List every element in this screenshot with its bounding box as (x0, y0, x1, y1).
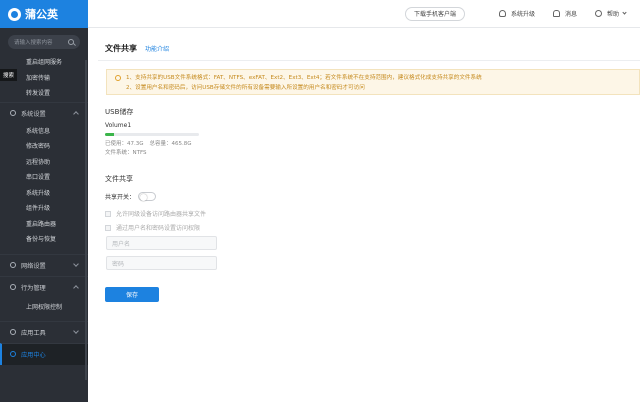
sidebar-item-access-control[interactable]: 上网权限控制 (0, 298, 88, 317)
page-title: 文件共享 (105, 44, 137, 53)
notice-text: 1、支持共享的USB文件系统格式：FAT、NTFS、exFAT、Ext2、Ext… (126, 75, 482, 81)
help-icon (594, 10, 602, 17)
sidebar-group-network[interactable]: 网络设置 (0, 253, 88, 276)
notice-box: 1、支持共享的USB文件系统格式：FAT、NTFS、exFAT、Ext2、Ext… (106, 69, 640, 95)
divider (98, 60, 640, 61)
password-field[interactable]: 密码 (106, 256, 217, 270)
sidebar-group-label: 应用工具 (21, 329, 46, 337)
title-row: 文件共享 功能介绍 (105, 43, 169, 54)
sidebar-group-label: 系统设置 (21, 110, 46, 118)
auth-label: 通过用户名和密码设置访问权限 (116, 225, 201, 232)
usage-stats: 已使用：47.3G 总容量：465.8G (105, 139, 192, 147)
sidebar-item-remote-assist[interactable]: 远程协助 (0, 155, 88, 171)
sidebar-group-label: 应用中心 (21, 351, 46, 359)
logo[interactable]: 蒲公英 (0, 0, 88, 28)
sidebar-item-reboot-router[interactable]: 重启路由器 (0, 217, 88, 233)
download-app-button[interactable]: 下载手机客户端 (404, 6, 465, 21)
tools-icon (10, 329, 16, 335)
share-switch-row: 共享开关： (105, 192, 157, 201)
chevron-down-icon (622, 10, 627, 15)
filesystem-info: 文件系统：NTFS (105, 148, 147, 156)
person-icon (498, 10, 506, 17)
notice-line: 1、支持共享的USB文件系统格式：FAT、NTFS、exFAT、Ext2、Ext… (115, 73, 633, 83)
logo-text: 蒲公英 (25, 8, 58, 21)
chevron-down-icon (73, 328, 79, 334)
auth-checkbox[interactable] (105, 224, 111, 231)
username-placeholder: 用户名 (112, 240, 131, 248)
sidebar-item-forwarding[interactable]: 转发设置 (0, 86, 88, 102)
search-placeholder: 请输入搜索内容 (14, 40, 53, 46)
sidebar-item-serial-settings[interactable]: 串口设置 (0, 170, 88, 186)
share-switch-toggle[interactable] (138, 192, 157, 201)
usage-progress-fill (105, 133, 115, 136)
auth-option[interactable]: 通过用户名和密码设置访问权限 (105, 223, 200, 232)
warning-icon (115, 75, 121, 81)
share-section-title: 文件共享 (105, 175, 133, 183)
sidebar-item-system-info[interactable]: 系统信息 (0, 124, 88, 140)
sidebar-group-label: 网络设置 (21, 262, 46, 270)
sidebar-group-system[interactable]: 系统设置 (0, 101, 88, 124)
lan-access-option[interactable]: 允许同级设备访问路由器共享文件 (105, 209, 206, 218)
sidebar-group-label: 行为管理 (21, 284, 46, 292)
search-tooltip: 搜索 (0, 69, 18, 81)
notice-line: 2、设置用户名和密码后，访问USB存储文件的所有设备需要输入所设置的用户名和密码… (115, 83, 633, 93)
sidebar-group-app-center[interactable]: 应用中心 (0, 342, 88, 365)
network-icon (10, 262, 16, 268)
system-upgrade-label: 系统升级 (510, 11, 535, 18)
help-menu[interactable]: 帮助 (594, 9, 627, 18)
usage-progress-bar (105, 133, 199, 136)
sidebar-group-behavior[interactable]: 行为管理 (0, 275, 88, 298)
behavior-icon (10, 284, 16, 290)
lan-access-checkbox[interactable] (105, 210, 111, 217)
share-switch-label: 共享开关： (105, 194, 136, 201)
logo-icon (8, 7, 21, 21)
chevron-down-icon (73, 261, 79, 267)
system-upgrade-link[interactable]: 系统升级 (498, 9, 535, 18)
app-center-icon (10, 351, 16, 357)
sidebar-scrollbar[interactable] (85, 60, 87, 380)
lan-access-label: 允许同级设备访问路由器共享文件 (116, 211, 207, 218)
used-space: 已使用：47.3G (105, 141, 144, 147)
search-input[interactable]: 请输入搜索内容 (8, 35, 80, 49)
username-field[interactable]: 用户名 (106, 236, 217, 250)
total-space: 总容量：465.8G (149, 141, 192, 147)
messages-label: 消息 (564, 11, 577, 18)
main-content: 文件共享 功能介绍 1、支持共享的USB文件系统格式：FAT、NTFS、exFA… (88, 29, 640, 402)
bell-icon (552, 10, 560, 17)
sidebar-item-system-upgrade[interactable]: 系统升级 (0, 186, 88, 202)
messages-link[interactable]: 消息 (552, 9, 577, 18)
password-placeholder: 密码 (112, 260, 125, 268)
sidebar-item-component-upgrade[interactable]: 组件升级 (0, 201, 88, 217)
settings-icon (10, 110, 16, 116)
sidebar-item-backup-restore[interactable]: 备份与恢复 (0, 232, 88, 248)
filesystem-type: 文件系统：NTFS (105, 150, 147, 156)
notice-text: 2、设置用户名和密码后，访问USB存储文件的所有设备需要输入所设置的用户名和密码… (126, 85, 365, 91)
search-icon[interactable] (68, 39, 74, 45)
save-button[interactable]: 保存 (105, 287, 159, 302)
sidebar-item-change-password[interactable]: 修改密码 (0, 139, 88, 155)
sidebar-group-tools[interactable]: 应用工具 (0, 320, 88, 343)
top-header: 下载手机客户端 系统升级 消息 帮助 (88, 0, 640, 28)
sidebar: 蒲公英 请输入搜索内容 重启组网服务 加密传输 转发设置 系统设置 系统信息 修… (0, 0, 88, 402)
chevron-up-icon (73, 285, 79, 291)
help-label: 帮助 (606, 11, 619, 18)
feature-intro-link[interactable]: 功能介绍 (145, 44, 169, 53)
chevron-up-icon (73, 111, 79, 117)
usb-section-title: USB储存 (105, 108, 134, 116)
volume-name: Volume1 (105, 122, 132, 129)
